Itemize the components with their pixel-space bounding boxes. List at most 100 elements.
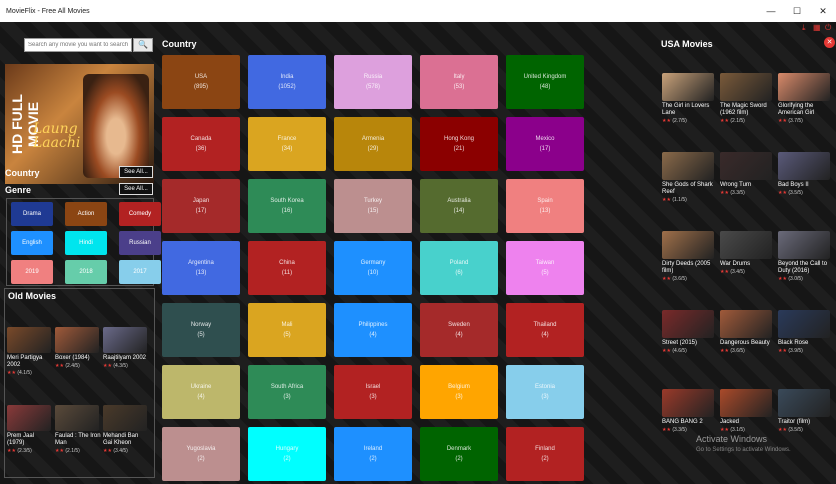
country-tile[interactable]: Germany (10) <box>334 241 412 295</box>
country-tile[interactable]: Belgium (3) <box>420 365 498 419</box>
country-name: Poland <box>449 260 469 266</box>
country-tile[interactable]: Italy (53) <box>420 55 498 109</box>
genre-button-english[interactable]: English <box>11 231 53 255</box>
close-button[interactable]: ✕ <box>810 6 836 17</box>
country-count: (34) <box>281 146 293 152</box>
old-movie-card[interactable]: Boxer (1984) ★★ (2.4/5) <box>55 327 101 369</box>
country-tile[interactable]: Spain (13) <box>506 179 584 233</box>
movie-title: The Magic Sword (1962 film) <box>720 103 767 116</box>
usa-movie-card[interactable]: Dirty Deeds (2005 film) ★★ (3.6/5) <box>662 231 716 282</box>
grid-icon[interactable]: ▦ <box>813 23 821 32</box>
country-see-all-button[interactable]: See All... <box>119 166 153 178</box>
country-tile[interactable]: Israel (3) <box>334 365 412 419</box>
country-tile[interactable]: Mexico (17) <box>506 117 584 171</box>
country-count: (3) <box>283 394 291 400</box>
movie-thumbnail <box>7 405 51 431</box>
usa-movie-card[interactable]: The Girl in Lovers Lane ★★ (2.7/5) <box>662 73 716 124</box>
country-tile[interactable]: Armenia (29) <box>334 117 412 171</box>
star-icon: ★★ <box>662 197 671 203</box>
movie-title: Prem Jaal (1979) <box>7 433 35 446</box>
movie-thumbnail <box>662 310 714 338</box>
country-tile[interactable]: United Kingdom (48) <box>506 55 584 109</box>
usa-movie-card[interactable]: Beyond the Call to Duty (2016) ★★ (3.0/5) <box>778 231 832 282</box>
genre-see-all-button[interactable]: See All... <box>119 183 153 195</box>
usa-movie-card[interactable]: War Drums ★★ (3.4/5) <box>720 231 774 275</box>
usa-movie-card[interactable]: She Gods of Shark Reef ★★ (1.1/5) <box>662 152 716 203</box>
close-circle-icon[interactable]: ✕ <box>824 37 835 48</box>
maximize-button[interactable]: ☐ <box>784 6 810 17</box>
country-tile[interactable]: Poland (6) <box>420 241 498 295</box>
country-name: Armenia <box>361 136 385 142</box>
usa-movie-card[interactable]: Black Rose ★★ (3.9/5) <box>778 310 832 354</box>
country-tile[interactable]: Russia (578) <box>334 55 412 109</box>
movie-rating: ★★ (3.7/5) <box>778 118 803 124</box>
country-tile[interactable]: Ireland (2) <box>334 427 412 481</box>
country-tile[interactable]: Japan (17) <box>162 179 240 233</box>
country-tile[interactable]: Hungary (2) <box>248 427 326 481</box>
country-tile[interactable]: Philippines (4) <box>334 303 412 357</box>
country-tile[interactable]: France (34) <box>248 117 326 171</box>
genre-button-drama[interactable]: Drama <box>11 202 53 226</box>
country-name: South Africa <box>270 384 304 390</box>
genre-button-2019[interactable]: 2019 <box>11 260 53 284</box>
usa-movie-card[interactable]: Dangerous Beauty ★★ (3.6/5) <box>720 310 774 354</box>
old-movie-card[interactable]: Meri Partigya 2002 ★★ (4.1/5) <box>7 327 53 376</box>
country-tile[interactable]: Thailand (4) <box>506 303 584 357</box>
country-tile[interactable]: Finland (2) <box>506 427 584 481</box>
star-icon: ★★ <box>103 448 112 454</box>
movie-thumbnail <box>103 405 147 431</box>
genre-button-2017[interactable]: 2017 <box>119 260 161 284</box>
search-button[interactable]: 🔍 <box>133 38 153 52</box>
usa-movie-card[interactable]: Bad Boys II ★★ (3.5/5) <box>778 152 832 196</box>
power-icon[interactable]: ⏻ <box>825 23 831 33</box>
country-tile[interactable]: Australia (14) <box>420 179 498 233</box>
star-icon: ★★ <box>778 348 787 354</box>
country-tile[interactable]: Norway (5) <box>162 303 240 357</box>
country-tile[interactable]: Denmark (2) <box>420 427 498 481</box>
country-tile[interactable]: USA (895) <box>162 55 240 109</box>
country-tile[interactable]: South Korea (16) <box>248 179 326 233</box>
country-tile[interactable]: Sweden (4) <box>420 303 498 357</box>
usa-movie-card[interactable]: Street (2015) ★★ (4.6/5) <box>662 310 716 354</box>
country-tile[interactable]: Turkey (15) <box>334 179 412 233</box>
country-tile[interactable]: Yugoslavia (2) <box>162 427 240 481</box>
genre-label: Genre <box>5 185 32 195</box>
genre-button-2018[interactable]: 2018 <box>65 260 107 284</box>
movie-title: Raajtilyam 2002 <box>103 355 147 361</box>
country-count: (13) <box>195 270 207 276</box>
genre-button-russian[interactable]: Russian <box>119 231 161 255</box>
country-tile[interactable]: Estonia (3) <box>506 365 584 419</box>
movie-title: Beyond the Call to Duty (2016) <box>778 261 828 274</box>
country-tile[interactable]: Hong Kong (21) <box>420 117 498 171</box>
minimize-button[interactable]: — <box>758 6 784 16</box>
usa-movie-card[interactable]: Wrong Turn ★★ (3.3/5) <box>720 152 774 196</box>
usa-movie-card[interactable]: Glorifying the American Girl ★★ (3.7/5) <box>778 73 832 124</box>
country-tile[interactable]: China (11) <box>248 241 326 295</box>
country-name: Australia <box>447 198 471 204</box>
country-tile[interactable]: India (1052) <box>248 55 326 109</box>
country-count: (15) <box>367 208 379 214</box>
usa-movie-card[interactable]: Traitor (film) ★★ (3.5/5) <box>778 389 832 433</box>
movie-rating: ★★ (4.3/5) <box>103 363 128 369</box>
country-tile[interactable]: Canada (36) <box>162 117 240 171</box>
movie-title: Street (2015) <box>662 340 698 346</box>
usa-movie-card[interactable]: BANG BANG 2 ★★ (3.3/5) <box>662 389 716 433</box>
country-tile[interactable]: Ukraine (4) <box>162 365 240 419</box>
country-count: (578) <box>365 84 380 90</box>
genre-button-comedy[interactable]: Comedy <box>119 202 161 226</box>
download-icon[interactable]: ⤓ <box>802 23 806 33</box>
old-movie-card[interactable]: Prem Jaal (1979) ★★ (2.3/5) <box>7 405 53 454</box>
country-tile[interactable]: Taiwan (5) <box>506 241 584 295</box>
old-movie-card[interactable]: Faulad : The Iron Man ★★ (2.1/5) <box>55 405 101 454</box>
old-movie-card[interactable]: Raajtilyam 2002 ★★ (4.3/5) <box>103 327 149 369</box>
country-tile[interactable]: Mali (5) <box>248 303 326 357</box>
country-tile[interactable]: Argentina (13) <box>162 241 240 295</box>
usa-movie-card[interactable]: Jacked ★★ (3.1/5) <box>720 389 774 433</box>
old-movie-card[interactable]: Mehandi Ban Gai Kheon ★★ (3.4/5) <box>103 405 149 454</box>
search-input[interactable] <box>24 38 132 52</box>
country-tile[interactable]: South Africa (3) <box>248 365 326 419</box>
genre-button-hindi[interactable]: Hindi <box>65 231 107 255</box>
genre-button-action[interactable]: Action <box>65 202 107 226</box>
movie-thumbnail <box>778 231 830 259</box>
usa-movie-card[interactable]: The Magic Sword (1962 film) ★★ (2.1/5) <box>720 73 774 124</box>
